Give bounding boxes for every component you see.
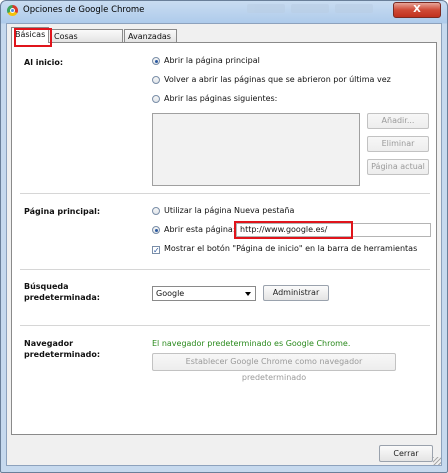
home-page-label: Página principal: [24, 207, 101, 216]
basics-panel: Al inicio: Abrir la página principal Vol… [11, 42, 437, 435]
startup-option-restore-label: Volver a abrir las páginas que se abrier… [164, 75, 391, 84]
radio-icon[interactable] [152, 95, 160, 103]
dialog-client-area: Básicas Cosas personales Avanzadas Al in… [6, 23, 442, 466]
default-browser-status: El navegador predeterminado es Google Ch… [152, 339, 351, 348]
startup-label: Al inicio: [24, 58, 64, 67]
default-browser-label-line2: predeterminado: [24, 350, 101, 359]
show-home-button-label: Mostrar el botón "Página de inicio" en l… [164, 244, 418, 253]
startup-option-home-label: Abrir la página principal [164, 56, 260, 65]
separator [20, 193, 430, 194]
tab-highlight-annotation [14, 28, 52, 47]
search-label-line2: predeterminada: [24, 293, 100, 302]
radio-selected-icon[interactable] [152, 226, 160, 234]
separator [20, 269, 430, 270]
startup-pages-list[interactable] [152, 113, 360, 186]
options-window: Opciones de Google Chrome X Básicas Cosa… [0, 0, 448, 473]
make-default-browser-button[interactable]: Establecer Google Chrome como navegador … [152, 353, 396, 382]
close-icon: X [413, 4, 421, 15]
tab-cosas-personales[interactable]: Cosas personales [50, 29, 123, 54]
startup-option-home[interactable]: Abrir la página principal [152, 55, 260, 67]
default-browser-label: Navegador predeterminado: [24, 338, 100, 360]
checkbox-checked-icon[interactable]: ✓ [152, 246, 160, 255]
startup-option-pages-label: Abrir las páginas siguientes: [164, 94, 278, 103]
url-highlight-annotation [234, 221, 353, 239]
startup-option-restore[interactable]: Volver a abrir las páginas que se abrier… [152, 74, 391, 86]
home-option-open-page-label: Abrir esta página: [164, 225, 236, 234]
tab-avanzadas[interactable]: Avanzadas [124, 29, 177, 42]
search-engine-value: Google [156, 289, 185, 298]
chevron-down-icon [245, 292, 251, 296]
search-engine-select[interactable]: Google [152, 286, 256, 301]
chrome-logo-icon [7, 5, 18, 16]
background-browser-tabs [247, 4, 387, 16]
show-home-button-option[interactable]: ✓ Mostrar el botón "Página de inicio" en … [152, 243, 417, 255]
title-bar[interactable]: Opciones de Google Chrome X [1, 1, 447, 21]
default-browser-label-line1: Navegador [24, 339, 74, 348]
home-option-open-page[interactable]: Abrir esta página: [152, 224, 236, 236]
manage-search-button[interactable]: Administrar [263, 285, 329, 301]
startup-option-pages[interactable]: Abrir las páginas siguientes: [152, 93, 277, 105]
add-page-button[interactable]: Añadir... [367, 113, 429, 129]
radio-icon[interactable] [152, 76, 160, 84]
remove-page-button[interactable]: Eliminar [367, 136, 429, 152]
separator [20, 325, 430, 326]
search-label-line1: Búsqueda [24, 282, 69, 291]
radio-selected-icon[interactable] [152, 57, 160, 65]
radio-icon[interactable] [152, 207, 160, 215]
home-option-new-tab-label: Utilizar la página Nueva pestaña [164, 206, 295, 215]
close-button[interactable]: Cerrar [379, 445, 433, 462]
search-label: Búsqueda predeterminada: [24, 281, 100, 303]
current-page-button[interactable]: Página actual [367, 159, 429, 175]
close-window-button[interactable]: X [393, 2, 441, 18]
home-option-new-tab[interactable]: Utilizar la página Nueva pestaña [152, 205, 294, 217]
resize-grip[interactable] [433, 457, 441, 465]
window-title: Opciones de Google Chrome [23, 5, 145, 15]
